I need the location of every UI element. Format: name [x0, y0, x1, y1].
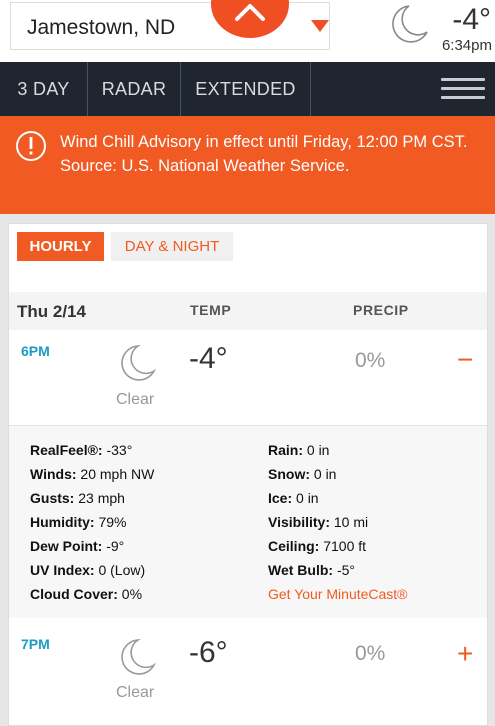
- minutecast-row: Get Your MinuteCast®: [268, 582, 408, 606]
- hourly-forecast-card: HOURLY DAY & NIGHT Thu 2/14 TEMP PRECIP …: [8, 223, 488, 726]
- hour-row-6pm[interactable]: 6PM Clear -4° 0% −: [9, 330, 487, 425]
- moon-icon: [121, 345, 157, 381]
- alert-text[interactable]: Wind Chill Advisory in effect until Frid…: [60, 130, 470, 178]
- hamburger-menu-icon[interactable]: [441, 78, 485, 105]
- detail-humidity: Humidity: 79%: [30, 514, 127, 530]
- moon-icon: [121, 639, 157, 675]
- hour-temp: -6°: [189, 636, 228, 669]
- collapse-details-button[interactable]: −: [457, 346, 473, 374]
- detail-dew-point: Dew Point: -9°: [30, 538, 125, 554]
- hour-time: 6PM: [21, 343, 50, 359]
- detail-ice: Ice: 0 in: [268, 490, 319, 506]
- dropdown-caret-icon[interactable]: [311, 20, 329, 32]
- top-header: Jamestown, ND -4° 6:34pm: [0, 0, 495, 62]
- tab-extended[interactable]: EXTENDED: [181, 62, 311, 116]
- hour-condition: Clear: [116, 684, 155, 701]
- detail-uv-index: UV Index: 0 (Low): [30, 562, 146, 578]
- current-time: 6:34pm: [441, 37, 492, 54]
- hour-precip: 0%: [355, 349, 386, 372]
- detail-rain: Rain: 0 in: [268, 442, 330, 458]
- detail-gusts: Gusts: 23 mph: [30, 490, 125, 506]
- detail-winds: Winds: 20 mph NW: [30, 466, 155, 482]
- detail-visibility: Visibility: 10 mi: [268, 514, 369, 530]
- details-left-column: RealFeel®: -33° Winds: 20 mph NW Gusts: …: [30, 438, 154, 606]
- expand-details-button[interactable]: +: [457, 640, 473, 668]
- current-temperature: -4°: [452, 3, 491, 36]
- forecast-date: Thu 2/14: [17, 302, 86, 321]
- precip-column-header: PRECIP: [353, 302, 409, 318]
- nav-bar: 3 DAY RADAR EXTENDED: [0, 62, 495, 116]
- hour-temp: -4°: [189, 342, 228, 375]
- hour-details-panel: RealFeel®: -33° Winds: 20 mph NW Gusts: …: [9, 425, 487, 618]
- alert-circle-icon: [16, 131, 46, 161]
- details-right-column: Rain: 0 in Snow: 0 in Ice: 0 in Visibili…: [268, 438, 408, 606]
- tab-3-day[interactable]: 3 DAY: [0, 62, 88, 116]
- hour-time: 7PM: [21, 636, 50, 652]
- hour-condition: Clear: [116, 391, 155, 408]
- hour-row-7pm[interactable]: 7PM Clear -6° 0% +: [9, 618, 487, 726]
- column-header: Thu 2/14 TEMP PRECIP: [9, 292, 487, 330]
- temp-column-header: TEMP: [190, 302, 232, 318]
- minutecast-link[interactable]: Get Your MinuteCast®: [268, 586, 408, 602]
- hour-precip: 0%: [355, 642, 386, 665]
- detail-snow: Snow: 0 in: [268, 466, 337, 482]
- weather-alert-banner[interactable]: Wind Chill Advisory in effect until Frid…: [0, 116, 495, 214]
- detail-ceiling: Ceiling: 7100 ft: [268, 538, 367, 554]
- detail-cloud-cover: Cloud Cover: 0%: [30, 586, 143, 602]
- location-name[interactable]: Jamestown, ND: [27, 16, 175, 40]
- moon-icon: [392, 5, 428, 43]
- tab-day-night[interactable]: DAY & NIGHT: [111, 232, 233, 261]
- detail-wet-bulb: Wet Bulb: -5°: [268, 562, 356, 578]
- detail-realfeel: RealFeel®: -33°: [30, 442, 133, 458]
- tab-hourly[interactable]: HOURLY: [17, 232, 104, 261]
- chevron-up-icon: [235, 4, 265, 21]
- tab-radar[interactable]: RADAR: [88, 62, 181, 116]
